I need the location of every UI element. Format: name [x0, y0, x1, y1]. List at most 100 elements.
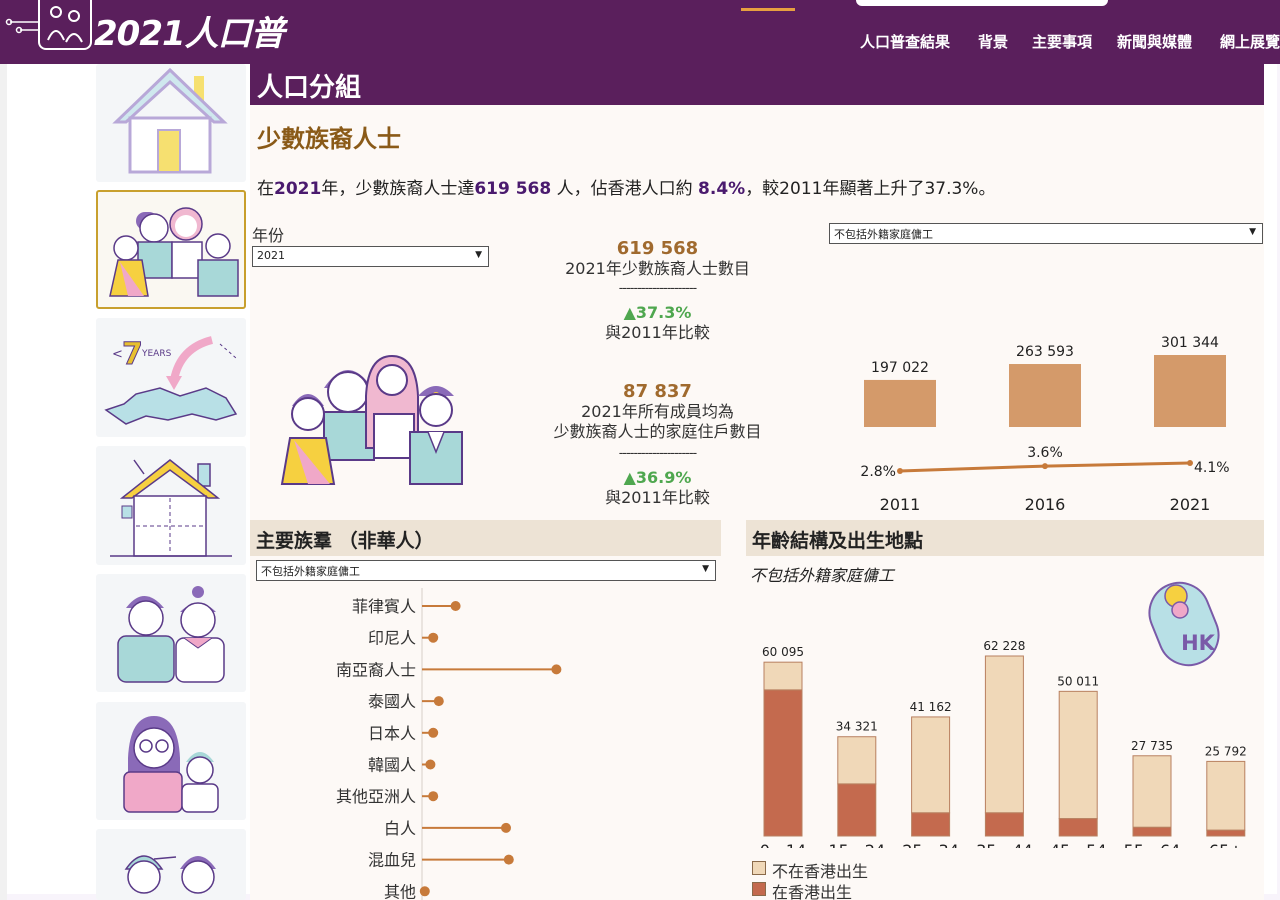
age-bar-hk-born: [984, 812, 1024, 837]
age-total-label: 62 228: [983, 639, 1025, 653]
population-value-label: 301 344: [1161, 335, 1219, 351]
age-bar-not-hk-born: [984, 655, 1024, 814]
ethnic-lollipop-point: [425, 759, 436, 770]
percentage-point: [1042, 463, 1048, 470]
age-tick-label: 15 - 24: [828, 841, 885, 848]
age-bar-hk-born: [1058, 818, 1098, 837]
chevron-down-icon: ▼: [1249, 227, 1256, 237]
ethnic-category-label: 印尼人: [368, 629, 416, 648]
ethnic-lollipop-point: [428, 727, 439, 738]
ethnic-category-label: 韓國人: [368, 756, 416, 775]
ethnic-category-label: 日本人: [368, 724, 416, 743]
stat-household-compare: 與2011年比較: [605, 488, 710, 507]
age-tick-label: 25 - 34: [902, 841, 959, 848]
population-trend-chart: 197 022 2011 263 593 2016 301 344 2021 2.8% 3.6…: [860, 335, 1230, 514]
top-navigation-bar: 2021人口普查 人口普查結果 背景 主要事項 新聞與媒體 網上展覽: [0, 0, 1280, 103]
legend-not-hk-born: 不在香港出生: [750, 858, 1010, 881]
home-icon: [110, 459, 232, 557]
age-bar-not-hk-born: [911, 716, 951, 814]
intro-year: 2021: [274, 179, 322, 199]
nav-online-exhibition[interactable]: 網上展覽: [1220, 31, 1280, 52]
stat-count-label: 2021年少數族裔人士數目: [565, 259, 750, 278]
sidebar-item-ethnic-minorities[interactable]: [96, 190, 246, 309]
stat-household-label-2: 少數族裔人士的家庭住戶數目: [553, 422, 762, 441]
search-box[interactable]: [856, 0, 1108, 6]
ethnic-lollipop-point: [419, 886, 430, 897]
page-title: 人口分組: [257, 73, 362, 103]
nav-key-items[interactable]: 主要事項: [1032, 31, 1092, 52]
ethnic-category-label: 南亞裔人士: [336, 660, 416, 679]
intro-text-3: 人，佔香港人口約: [551, 179, 699, 199]
siblings-icon: [124, 855, 216, 894]
population-bar: [1009, 364, 1081, 427]
main-content: 人口分組 少數族裔人士 在2021年，少數族裔人士達619 568 人，佔香港人…: [250, 64, 1264, 900]
left-gutter: [0, 64, 7, 900]
population-bar: [1154, 355, 1226, 427]
section-ethnic-groups: 主要族羣 （非華人）: [250, 520, 721, 556]
domestic-helper-filter-select[interactable]: 不包括外籍家庭傭工 ▼: [829, 223, 1263, 244]
svg-text:7: 7: [122, 337, 143, 372]
age-bar-hk-born: [837, 783, 877, 837]
ethnic-lollipop-point: [450, 601, 461, 611]
ethnic-category-label: 白人: [384, 819, 416, 838]
nav-news-media[interactable]: 新聞與媒體: [1117, 31, 1192, 52]
age-tick-label: 65+: [1209, 841, 1243, 848]
age-bar-not-hk-born: [1206, 760, 1246, 831]
age-bar-not-hk-born: [763, 661, 803, 691]
intro-count: 619 568: [474, 179, 552, 199]
age-chart-note: 不包括外籍家庭傭工: [750, 566, 895, 585]
stat-count-change: ▲37.3%: [623, 303, 692, 322]
age-tick-label: 35 - 44: [976, 841, 1033, 848]
year-select-value: 2021: [257, 249, 285, 262]
age-total-label: 41 162: [910, 700, 952, 714]
stat-divider: ---------------------: [618, 281, 698, 296]
nav-census-results[interactable]: 人口普查結果: [860, 31, 950, 52]
legend-hk-born: 在香港出生: [750, 879, 1010, 900]
age-total-label: 27 735: [1131, 739, 1173, 753]
age-total-label: 34 321: [836, 720, 878, 734]
domestic-helper-filter-value: 不包括外籍家庭傭工: [834, 228, 933, 241]
ethnic-category-label: 其他: [384, 882, 416, 900]
ethnic-lollipop-point: [428, 791, 439, 802]
sidebar-item-siblings[interactable]: [96, 829, 246, 900]
section-subtitle: 少數族裔人士: [257, 125, 401, 153]
age-bar-hk-born: [1132, 826, 1172, 837]
legend-swatch: [752, 882, 766, 896]
intro-text-2: 年，少數族裔人士達: [321, 179, 475, 199]
age-bar-not-hk-born: [1058, 690, 1098, 820]
sidebar-item-seven-years-residence[interactable]: < 7 YEARS: [96, 318, 246, 437]
intro-paragraph: 在2021年，少數族裔人士達619 568 人，佔香港人口約 8.4%，較201…: [257, 174, 995, 199]
chevron-down-icon: ▼: [475, 250, 482, 260]
stat-household-label-1: 2021年所有成員均為: [581, 402, 734, 421]
stat-ethnic-minority-count: 619 568 2021年少數族裔人士數目 ------------------…: [530, 238, 785, 343]
ethnic-lollipop-point: [551, 664, 562, 675]
year-select[interactable]: 2021 ▼: [252, 246, 489, 267]
sidebar-item-family[interactable]: [96, 702, 246, 820]
sidebar-item-housing[interactable]: [96, 64, 246, 182]
age-bar-not-hk-born: [1132, 755, 1172, 828]
svg-text:YEARS: YEARS: [141, 349, 172, 359]
ethnic-category-label: 泰國人: [368, 692, 416, 711]
age-bar-hk-born: [1206, 829, 1246, 837]
couple-icon: [117, 586, 225, 683]
nav-background[interactable]: 背景: [978, 31, 1008, 52]
age-bar-hk-born: [763, 689, 803, 837]
census-logo[interactable]: 2021人口普查: [4, 0, 304, 103]
percentage-point: [897, 468, 903, 474]
ethnic-lollipop-point: [501, 822, 511, 833]
intro-text-1: 在: [257, 179, 274, 199]
percentage-label: 2.8%: [860, 464, 896, 480]
age-total-label: 25 792: [1205, 744, 1247, 758]
sidebar-item-dwelling[interactable]: [96, 446, 246, 565]
sidebar-item-couple[interactable]: [96, 574, 246, 692]
ethnic-filter-select[interactable]: 不包括外籍家庭傭工 ▼: [256, 560, 716, 581]
ethnic-group-icon: [109, 207, 239, 297]
ethnic-lollipop-point: [503, 854, 514, 865]
chevron-down-icon: ▼: [702, 564, 709, 574]
active-nav-indicator: [741, 8, 795, 11]
percentage-label: 4.1%: [1194, 460, 1230, 476]
year-tick-label: 2021: [1170, 495, 1211, 514]
year-tick-label: 2016: [1025, 495, 1066, 514]
hong-kong-map-icon: < 7 YEARS: [104, 336, 238, 425]
age-tick-label: 45 - 54: [1050, 841, 1107, 848]
